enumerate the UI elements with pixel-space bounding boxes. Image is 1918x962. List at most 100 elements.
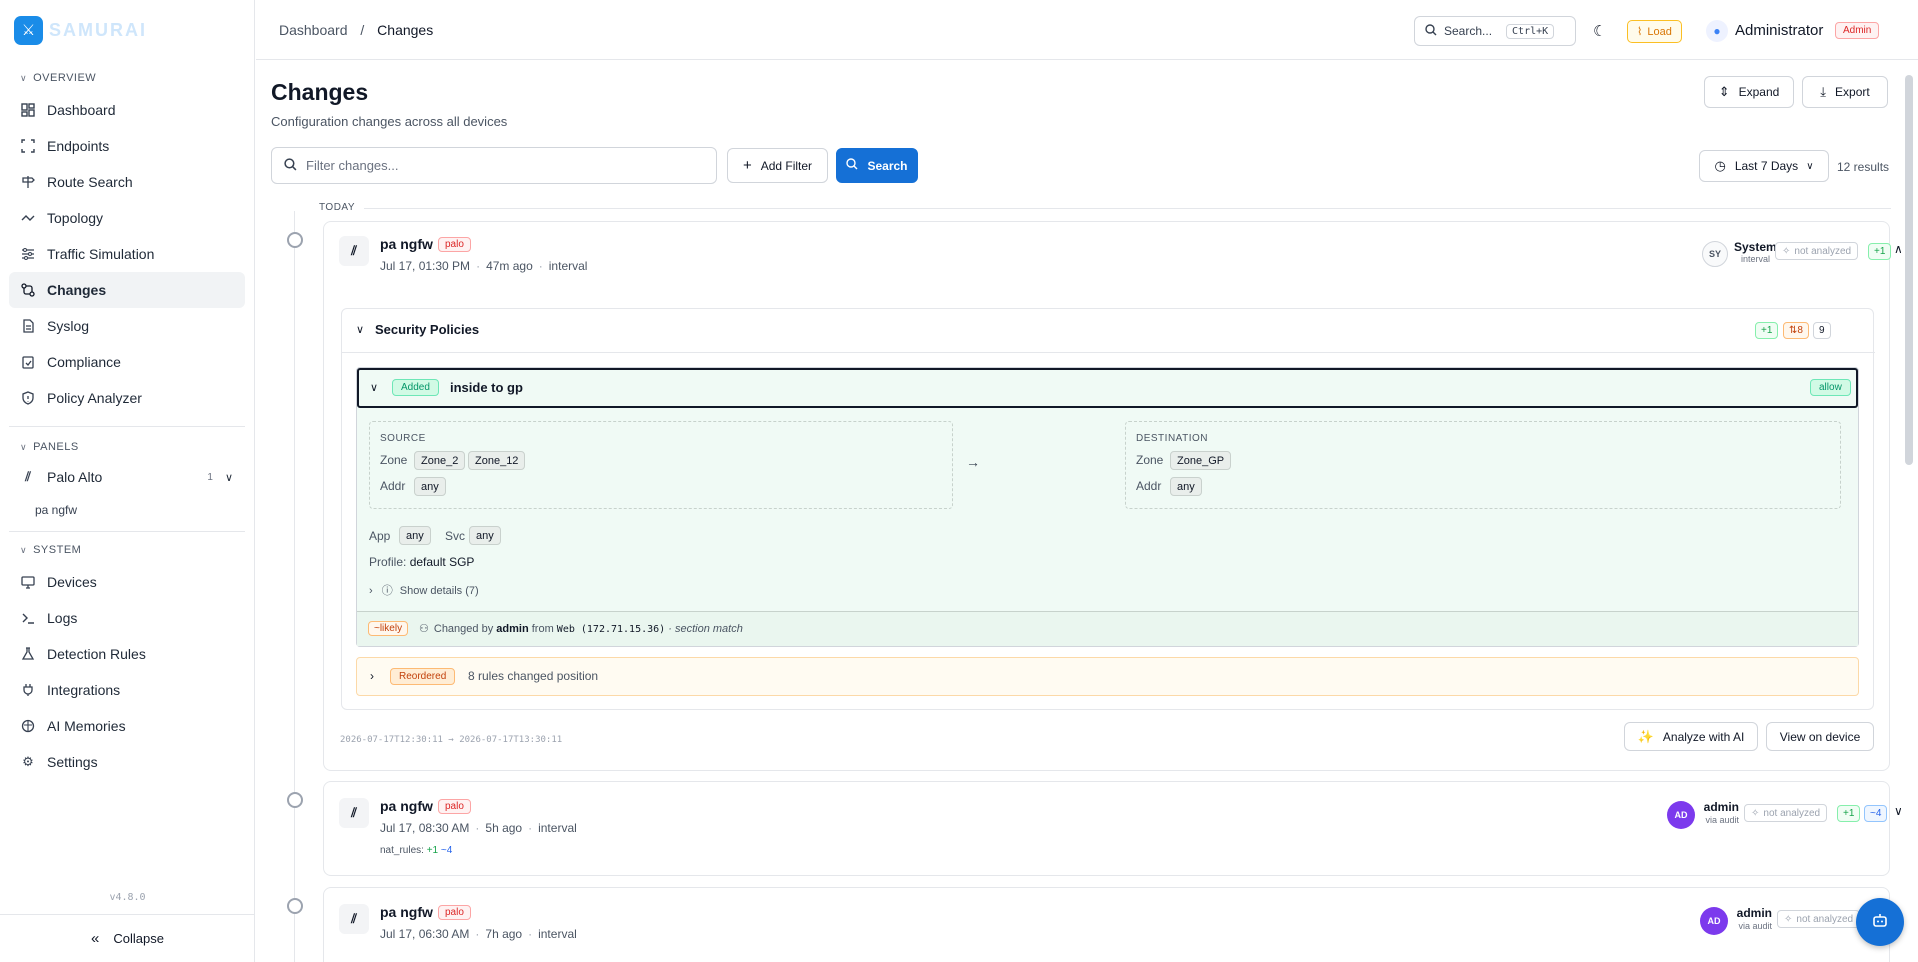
panel-count: 1	[207, 471, 213, 483]
vendor-badge: palo	[438, 799, 471, 814]
sidebar-item-palo-alto[interactable]: ⫽ Palo Alto 1 ∨	[9, 459, 245, 495]
filter-changes-input[interactable]: Filter changes...	[271, 147, 717, 184]
chevron-down-icon: ∨	[224, 471, 233, 484]
chevron-down-icon[interactable]: ∨	[1894, 804, 1901, 818]
analyze-with-ai-button[interactable]: ✨ Analyze with AI	[1624, 722, 1758, 751]
sidebar-item-route-search[interactable]: Route Search	[9, 164, 245, 200]
export-button[interactable]: ⤓ Export	[1802, 76, 1888, 108]
logo-icon: ⚔	[14, 15, 43, 45]
terminal-icon	[20, 610, 36, 626]
sidebar-item-topology[interactable]: Topology	[9, 200, 245, 236]
device-name[interactable]: pa ngfw	[380, 904, 433, 920]
activity-icon: ⌇	[1637, 26, 1643, 38]
reordered-rules-row[interactable]: › Reordered 8 rules changed position	[356, 657, 1859, 696]
analysis-status-badge[interactable]: ✧ not analyzed	[1744, 804, 1828, 822]
added-badge: Added	[392, 379, 439, 396]
chevron-up-icon[interactable]: ∧	[1894, 242, 1901, 256]
addr-chip: any	[414, 477, 446, 496]
chevrons-up-down-icon: ⇕	[1718, 84, 1730, 99]
signpost-icon	[20, 174, 36, 190]
sidebar-item-endpoints[interactable]: Endpoints	[9, 128, 245, 164]
palo-alto-icon: ⫽	[25, 469, 31, 484]
global-search-button[interactable]: Search... Ctrl+K	[1414, 16, 1576, 46]
sidebar-item-settings[interactable]: ⚙ Settings	[9, 744, 245, 780]
sidebar: ⚔ SAMURAI ∨ OVERVIEW Dashboard Endpoints…	[0, 0, 255, 962]
timeline-line	[294, 211, 295, 962]
chevron-down-icon: ∨	[356, 324, 365, 336]
date-group-rule	[364, 208, 1891, 209]
assistant-bot-button[interactable]	[1856, 898, 1904, 946]
sidebar-item-compliance[interactable]: Compliance	[9, 344, 245, 380]
sidebar-item-devices[interactable]: Devices	[9, 564, 245, 600]
device-name[interactable]: pa ngfw	[380, 798, 433, 814]
sidebar-item-syslog[interactable]: Syslog	[9, 308, 245, 344]
logo[interactable]: ⚔ SAMURAI	[0, 0, 254, 60]
chevron-down-icon: ∨	[20, 72, 28, 83]
file-text-icon	[20, 318, 36, 334]
action-badge: allow	[1810, 379, 1851, 396]
page-scrollbar[interactable]	[1905, 75, 1913, 465]
rule-header[interactable]: ∨ Added inside to gp allow	[357, 368, 1858, 408]
analysis-status-badge[interactable]: ✧ not analyzed	[1777, 910, 1861, 928]
add-filter-button[interactable]: + Add Filter	[727, 148, 828, 183]
sidebar-divider	[9, 426, 245, 427]
scan-icon	[20, 138, 36, 154]
topbar: Dashboard / Changes Search... Ctrl+K ☾ ⌇…	[256, 0, 1918, 60]
total-count-badge: 9	[1813, 322, 1831, 339]
monitor-icon	[20, 574, 36, 590]
collapse-sidebar-button[interactable]: « Collapse	[0, 914, 255, 962]
git-compare-icon	[20, 282, 36, 298]
search-button[interactable]: Search	[836, 148, 918, 183]
sidebar-divider	[9, 531, 245, 532]
destination-box: DESTINATION Zone Zone_GP Addr any	[1125, 421, 1841, 509]
page-title: Changes	[271, 79, 369, 105]
sidebar-item-traffic-simulation[interactable]: Traffic Simulation	[9, 236, 245, 272]
expand-button[interactable]: ⇕ Expand	[1704, 76, 1794, 108]
changed-by-source: via audit	[1705, 815, 1739, 825]
section-overview[interactable]: ∨ OVERVIEW	[0, 68, 254, 88]
plus-icon: +	[742, 157, 752, 174]
device-name[interactable]: pa ngfw	[380, 236, 433, 252]
palo-alto-icon: ⫽	[339, 904, 369, 934]
load-badge[interactable]: ⌇ Load	[1627, 20, 1682, 43]
date-range-select[interactable]: ◷ Last 7 Days ∨	[1699, 150, 1829, 182]
confidence-badge: ~likely	[368, 621, 409, 636]
gear-icon: ⚙	[22, 754, 34, 769]
chevron-down-icon: ∨	[1806, 160, 1814, 172]
zone-chip: Zone_GP	[1170, 451, 1232, 470]
section-header[interactable]: ∨ Security Policies +1 ⇅8 9	[342, 309, 1875, 353]
changed-by: admin	[1736, 906, 1772, 920]
added-count-badge: +1	[1868, 243, 1892, 260]
show-details-toggle[interactable]: › ⓘ Show details (7)	[369, 582, 479, 598]
view-on-device-button[interactable]: View on device	[1766, 722, 1874, 751]
sidebar-item-detection-rules[interactable]: Detection Rules	[9, 636, 245, 672]
sidebar-item-dashboard[interactable]: Dashboard	[9, 92, 245, 128]
bot-icon	[1871, 911, 1889, 934]
sidebar-item-logs[interactable]: Logs	[9, 600, 245, 636]
user-icon: ⚇	[419, 623, 429, 635]
sparkle-icon: ✧	[1782, 245, 1791, 257]
results-count: 12 results	[1837, 160, 1890, 174]
user-icon[interactable]: ●	[1706, 20, 1728, 42]
analysis-status-badge[interactable]: ✧ not analyzed	[1775, 242, 1859, 260]
page-subtitle: Configuration changes across all devices	[271, 114, 508, 129]
change-summary: nat_rules: +1 ~4	[380, 845, 453, 856]
theme-toggle-moon-icon[interactable]: ☾	[1593, 22, 1606, 40]
sidebar-subitem-pa-ngfw[interactable]: pa ngfw	[0, 495, 254, 525]
sidebar-item-policy-analyzer[interactable]: Policy Analyzer	[9, 380, 245, 416]
sidebar-item-changes[interactable]: Changes	[9, 272, 245, 308]
sidebar-item-ai-memories[interactable]: AI Memories	[9, 708, 245, 744]
section-panels[interactable]: ∨ PANELS	[0, 437, 254, 457]
chevrons-left-icon: «	[91, 930, 100, 947]
timeline-dot	[287, 232, 303, 248]
rule-attribution: ~likely ⚇ Changed by admin from Web (172.…	[357, 611, 1858, 646]
section-system[interactable]: ∨ SYSTEM	[0, 540, 254, 560]
breadcrumb-dashboard[interactable]: Dashboard	[279, 22, 348, 38]
sidebar-item-integrations[interactable]: Integrations	[9, 672, 245, 708]
user-name[interactable]: Administrator	[1735, 22, 1823, 39]
change-meta: Jul 17, 08:30 AM · 5h ago · interval	[380, 821, 577, 835]
chevron-right-icon: ›	[369, 585, 373, 597]
sparkle-icon: ✧	[1751, 807, 1760, 819]
section-security-policies: ∨ Security Policies +1 ⇅8 9 ∨ Added insi…	[341, 308, 1875, 710]
app-chip: any	[399, 526, 431, 545]
